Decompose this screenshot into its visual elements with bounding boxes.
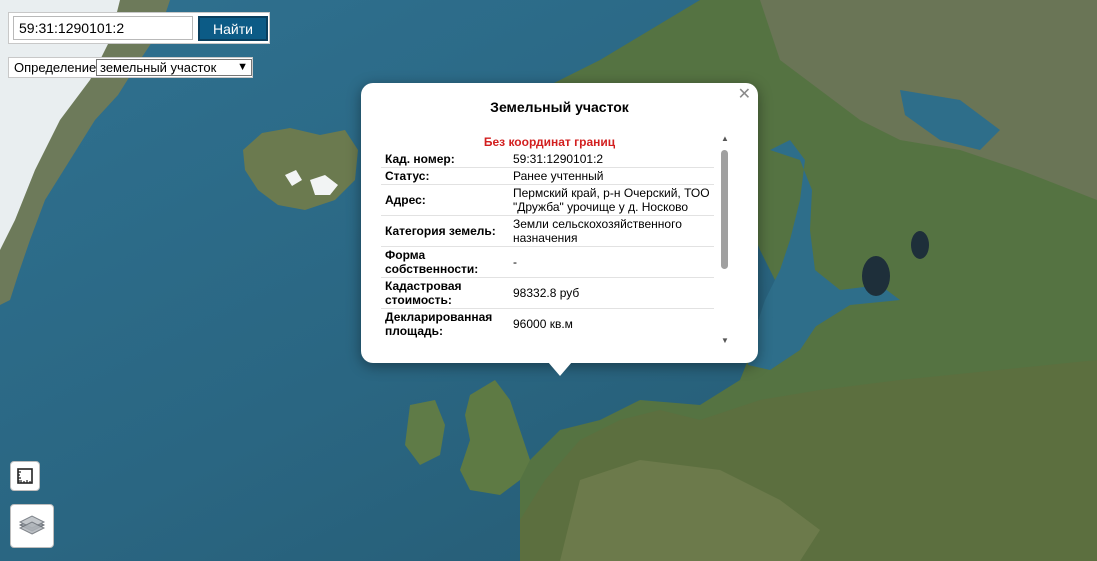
popup-title: Земельный участок: [490, 99, 629, 115]
parcel-attributes-table: Кад. номер: 59:31:1290101:2 Статус: Ранее у…: [381, 151, 714, 339]
definition-select[interactable]: земельный участок ▼: [96, 59, 252, 76]
attribute-key: Кадастровая стоимость:: [381, 277, 509, 309]
no-boundaries-warning: Без координат границ: [483, 135, 616, 149]
ruler-icon: [17, 468, 33, 484]
definition-selected-value: земельный участок: [100, 60, 217, 75]
attribute-row: Кад. номер: 59:31:1290101:2: [381, 151, 714, 168]
attribute-row: Форма собственности: -: [381, 246, 714, 278]
definition-row: Определение: земельный участок ▼: [8, 57, 253, 78]
attribute-value: -: [509, 246, 714, 278]
attribute-row: Декларированная площадь: 96000 кв.м: [381, 308, 714, 339]
layers-icon: [18, 515, 46, 535]
popup-pointer: [548, 362, 572, 376]
attribute-value: 59:31:1290101:2: [513, 152, 604, 166]
attribute-key: Кад. номер:: [385, 152, 455, 166]
definition-label: Определение:: [14, 60, 100, 75]
attribute-value: Земли сельскохозяйственного назначения: [509, 215, 714, 247]
attribute-key: Адрес:: [381, 184, 509, 216]
attribute-key: Форма собственности:: [381, 246, 509, 278]
scroll-down-icon[interactable]: ▼: [721, 336, 729, 345]
attribute-key: Декларированная площадь:: [381, 308, 509, 339]
satellite-map[interactable]: Найти Определение: земельный участок ▼ ✕…: [0, 0, 1097, 561]
attribute-value: Пермский край, р-н Очерский, ТОО "Дружба…: [509, 184, 714, 216]
search-button[interactable]: Найти: [198, 16, 268, 41]
popup-content[interactable]: Без координат границ Кад. номер: 59:31:12…: [381, 133, 718, 355]
measure-button[interactable]: [10, 461, 40, 491]
attribute-row: Статус: Ранее учтенный: [381, 167, 714, 185]
attribute-key: Категория земель:: [381, 215, 509, 247]
popup-scrollbar[interactable]: ▲ ▼: [718, 133, 732, 347]
cadastral-search-input[interactable]: [13, 16, 193, 40]
attribute-row: Категория земель: Земли сельскохозяйствен…: [381, 215, 714, 247]
attribute-row: Адрес: Пермский край, р-н Очерский, ТОО "…: [381, 184, 714, 216]
scroll-thumb[interactable]: [721, 150, 728, 269]
attribute-value: Ранее учтенный: [509, 167, 714, 185]
search-panel: Найти: [8, 12, 270, 44]
attribute-row: Кадастровая стоимость: 98332.8 руб: [381, 277, 714, 309]
parcel-info-popup: ✕ Земельный участок Без координат границ…: [361, 83, 758, 376]
scroll-up-icon[interactable]: ▲: [721, 134, 729, 143]
attribute-value: 96000 кв.м: [509, 308, 714, 339]
chevron-down-icon: ▼: [237, 61, 248, 73]
attribute-value: 98332.8 руб: [509, 277, 714, 309]
attribute-key: Статус:: [381, 167, 509, 185]
layers-button[interactable]: [10, 504, 54, 548]
